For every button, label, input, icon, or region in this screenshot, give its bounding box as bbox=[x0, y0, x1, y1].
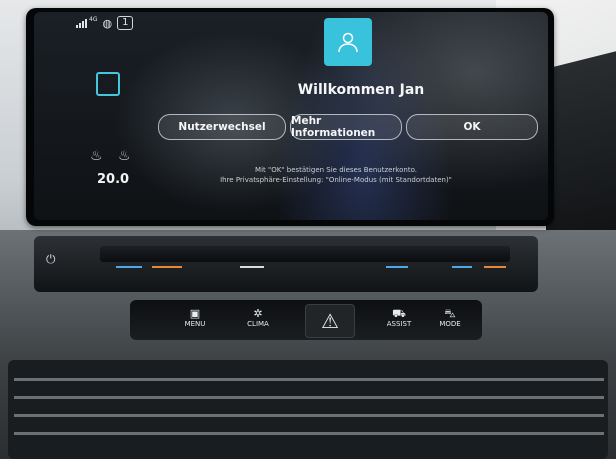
assist-label: ASSIST bbox=[386, 320, 412, 328]
vent-slat[interactable] bbox=[14, 396, 604, 399]
volume-slider[interactable] bbox=[100, 246, 510, 262]
sidebar: 4G ◍ 1 ♨ ♨ 20.0 bbox=[34, 12, 144, 220]
temperature-value: 20.0 bbox=[97, 172, 130, 187]
status-bar: 4G ◍ 1 bbox=[76, 15, 134, 30]
menu-icon: ▣ bbox=[189, 307, 201, 320]
user-outline bbox=[338, 32, 358, 53]
mode-icon: ⛍ bbox=[444, 307, 456, 320]
signal-icon bbox=[76, 18, 87, 28]
slider-indicator bbox=[386, 266, 408, 268]
hazard-button[interactable]: ⚠ bbox=[305, 304, 355, 338]
control-panel bbox=[34, 236, 538, 292]
menu-button[interactable]: ▣ MENU bbox=[180, 307, 210, 329]
door-frame bbox=[546, 51, 616, 249]
assist-button[interactable]: ⛟ ASSIST bbox=[384, 307, 414, 329]
seat-heat-icon[interactable]: ♨ bbox=[90, 148, 103, 164]
welcome-title: Willkommen Jan bbox=[297, 82, 425, 98]
signal-label: 4G bbox=[89, 15, 98, 23]
more-info-button[interactable]: Mehr Informationen bbox=[290, 114, 402, 140]
steering-heat-icon: ◍ bbox=[102, 16, 113, 30]
profile-square-icon[interactable] bbox=[96, 72, 120, 96]
clima-label: CLIMA bbox=[247, 320, 269, 328]
ok-button[interactable]: OK bbox=[406, 114, 538, 140]
clima-icon: ✲ bbox=[253, 307, 263, 320]
infotainment-screen: 4G ◍ 1 ♨ ♨ 20.0 Willkommen Jan Nutzerwec… bbox=[34, 12, 548, 220]
assist-icon: ⛟ bbox=[392, 307, 406, 320]
vent-slat[interactable] bbox=[14, 414, 604, 417]
avatar-icon bbox=[324, 18, 372, 66]
profile-badge[interactable]: 1 bbox=[117, 16, 134, 30]
switch-user-button[interactable]: Nutzerwechsel bbox=[158, 114, 286, 140]
slider-indicator bbox=[116, 266, 142, 268]
slider-indicator bbox=[152, 266, 182, 268]
car-scene: 4G ◍ 1 ♨ ♨ 20.0 Willkommen Jan Nutzerwec… bbox=[0, 0, 616, 459]
info-line-1: Mit "OK" bestätigen Sie dieses Benutzerk… bbox=[255, 166, 417, 174]
hazard-icon: ⚠ bbox=[321, 309, 339, 333]
mode-button[interactable]: ⛍ MODE bbox=[435, 307, 465, 329]
slider-indicator bbox=[452, 266, 472, 268]
slider-indicator bbox=[484, 266, 506, 268]
menu-label: MENU bbox=[184, 320, 206, 328]
clima-button[interactable]: ✲ CLIMA bbox=[243, 307, 273, 329]
slider-indicator bbox=[240, 266, 264, 268]
info-line-2: Ihre Privatsphäre-Einstellung: "Online-M… bbox=[220, 176, 452, 184]
seat-heat-icon[interactable]: ♨ bbox=[118, 148, 131, 164]
power-icon[interactable]: ⏻ bbox=[46, 252, 56, 267]
vent-slat[interactable] bbox=[14, 378, 604, 381]
vent-slat[interactable] bbox=[14, 432, 604, 435]
info-text: Mit "OK" bestätigen Sie dieses Benutzerk… bbox=[206, 165, 466, 185]
temperature-display[interactable]: 20.0 bbox=[97, 172, 129, 187]
air-vent bbox=[8, 360, 608, 459]
mode-label: MODE bbox=[439, 320, 461, 328]
